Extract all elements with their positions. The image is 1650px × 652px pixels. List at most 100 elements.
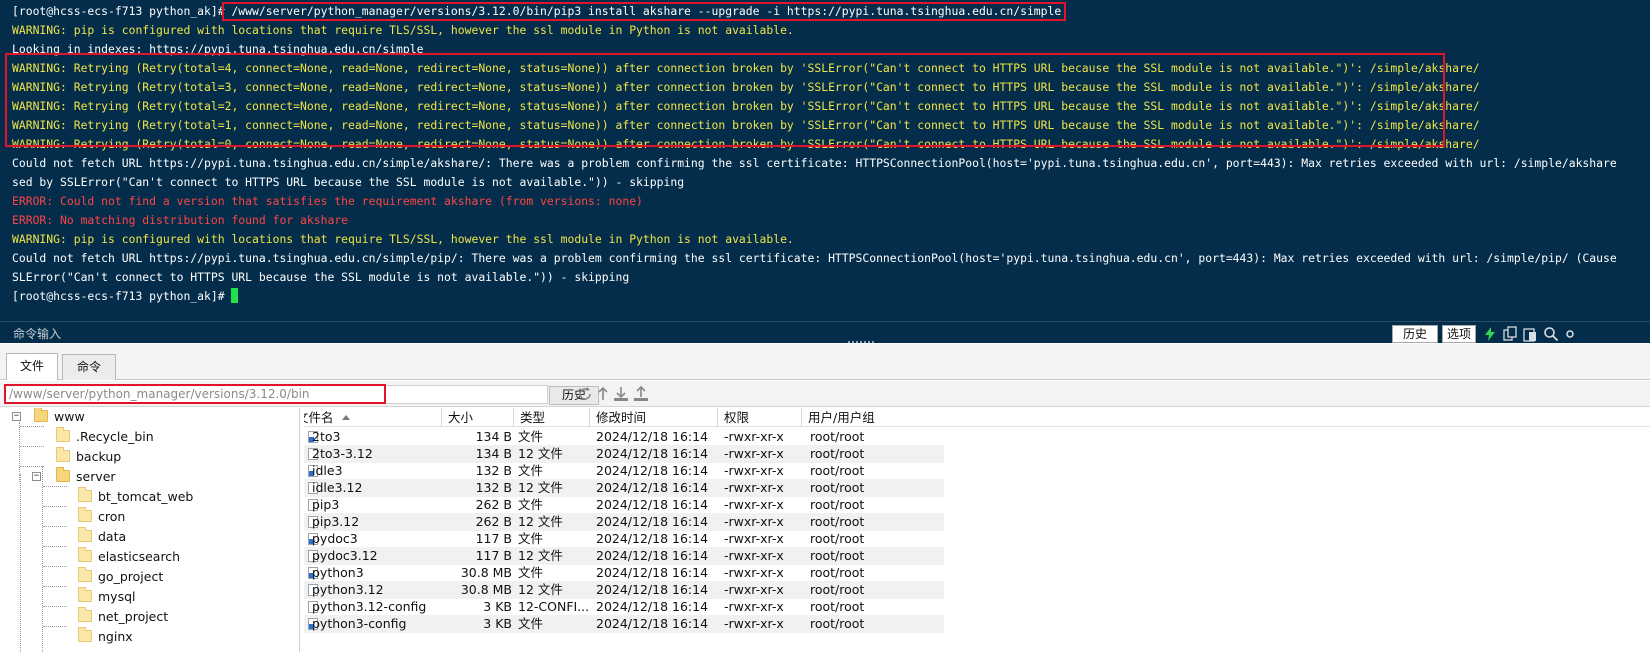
folder-icon [78, 527, 92, 542]
column-label: 类型 [520, 410, 546, 425]
tree-item[interactable]: .Recycle_bin [56, 426, 154, 447]
cell-size: 30.8 MB [460, 565, 512, 580]
folder-icon [78, 547, 92, 562]
tree-item-label: .Recycle_bin [76, 429, 154, 444]
terminal-line: [root@hcss-ecs-f713 python_ak]# /www/ser… [12, 2, 1650, 21]
terminal-line-text: WARNING: Retrying (Retry(total=1, connec… [12, 118, 1480, 132]
terminal-history-button[interactable]: 历史 [1392, 325, 1438, 343]
table-row[interactable]: python3 30.8 MB 文件 2024/12/18 16:14 -rwxr-xr… [304, 564, 944, 582]
table-row[interactable]: python3.12-config 3 KB 12-CONFI... 2024/12/… [304, 598, 944, 616]
table-row[interactable]: 2to3-3.12 134 B 12 文件 2024/12/18 16:14 -rwxr… [304, 445, 944, 463]
command-input-bar[interactable]: 命令输入 历史 选项 [0, 321, 1650, 343]
cell-mtime: 2024/12/18 16:14 [596, 531, 709, 546]
column-header-type[interactable]: 类型 [514, 408, 590, 427]
tree-item[interactable]: www [34, 408, 85, 427]
cell-owner: root/root [810, 565, 865, 580]
cell-owner: root/root [810, 599, 865, 614]
file-list[interactable]: 文件名 大小 类型 修改时间 权限 用户/用户组 2to3 134 B 文件 2024… [304, 408, 1650, 652]
cell-perm: -rwxr-xr-x [724, 429, 784, 444]
up-icon[interactable] [594, 385, 612, 403]
cell-mtime: 2024/12/18 16:14 [596, 463, 709, 478]
cell-type: 12 文件 [518, 480, 563, 495]
table-row[interactable]: pip3.12 262 B 12 文件 2024/12/18 16:14 -rwxr-x… [304, 513, 944, 531]
cell-size: 134 B [475, 446, 512, 461]
cell-type: 文件 [518, 616, 544, 631]
terminal-line-text: WARNING: Retrying (Retry(total=0, connec… [12, 137, 1480, 151]
column-header-mtime[interactable]: 修改时间 [590, 408, 718, 427]
tree-item[interactable]: cron [78, 506, 125, 527]
cell-size: 3 KB [483, 616, 512, 631]
cell-type: 12 文件 [518, 582, 563, 597]
copy-icon[interactable] [1502, 326, 1518, 342]
tree-item[interactable]: go_project [78, 566, 163, 587]
file-list-header: 文件名 大小 类型 修改时间 权限 用户/用户组 [304, 408, 1650, 427]
cell-owner: root/root [810, 446, 865, 461]
tree-item[interactable]: data [78, 526, 126, 547]
refresh-icon[interactable] [576, 385, 594, 403]
tab-commands[interactable]: 命令 [62, 354, 116, 380]
table-row[interactable]: pydoc3.12 117 B 12 文件 2024/12/18 16:14 -rwxr… [304, 547, 944, 565]
cell-mtime: 2024/12/18 16:14 [596, 429, 709, 444]
tree-item-label: nginx [98, 629, 133, 644]
tree-item[interactable]: nginx [78, 626, 133, 647]
folder-icon [56, 427, 70, 442]
folder-tree[interactable]: www − .Recycle_binbackup server − bt_tomcat_w… [4, 408, 300, 652]
cell-perm: -rwxr-xr-x [724, 616, 784, 631]
terminal-output: [root@hcss-ecs-f713 python_ak]# /www/ser… [12, 2, 1650, 306]
terminal-panel[interactable]: [root@hcss-ecs-f713 python_ak]# /www/ser… [0, 0, 1650, 343]
cell-type: 文件 [518, 531, 544, 546]
column-label: 权限 [724, 410, 750, 425]
upload-icon[interactable] [632, 385, 650, 403]
terminal-line-text: WARNING: pip is configured with location… [12, 23, 794, 37]
cell-owner: root/root [810, 463, 865, 478]
tab-files[interactable]: 文件 [6, 353, 58, 380]
tree-item[interactable]: backup [56, 446, 121, 467]
terminal-line-text: WARNING: Retrying (Retry(total=3, connec… [12, 80, 1480, 94]
tree-item[interactable]: net_project [78, 606, 168, 627]
table-row[interactable]: 2to3 134 B 文件 2024/12/18 16:14 -rwxr-xr-x roo… [304, 428, 944, 446]
column-header-size[interactable]: 大小 [442, 408, 514, 427]
cell-type: 12-CONFI... [518, 599, 590, 614]
tree-item[interactable]: server [56, 466, 116, 487]
terminal-line-text: WARNING: Retrying (Retry(total=4, connec… [12, 61, 1480, 75]
cell-size: 117 B [475, 548, 512, 563]
cell-owner: root/root [810, 582, 865, 597]
command-input-label: 命令输入 [13, 327, 62, 341]
table-row[interactable]: idle3 132 B 文件 2024/12/18 16:14 -rwxr-xr-x ro… [304, 462, 944, 480]
tab-strip: 文件 命令 [0, 344, 1650, 380]
cell-owner: root/root [810, 480, 865, 495]
download-icon[interactable] [612, 385, 630, 403]
paste-icon[interactable] [1522, 326, 1538, 342]
tree-item[interactable]: mysql [78, 586, 136, 607]
tree-item[interactable]: bt_tomcat_web [78, 486, 193, 507]
column-header-owner[interactable]: 用户/用户组 [802, 408, 892, 427]
lightning-icon[interactable] [1482, 326, 1498, 342]
terminal-options-button[interactable]: 选项 [1442, 325, 1476, 343]
table-row[interactable]: pydoc3 117 B 文件 2024/12/18 16:14 -rwxr-xr-x r… [304, 530, 944, 548]
table-row[interactable]: pip3 262 B 文件 2024/12/18 16:14 -rwxr-xr-x roo… [304, 496, 944, 514]
cell-name: python3.12-config [312, 599, 427, 614]
cell-owner: root/root [810, 514, 865, 529]
cell-name: pydoc3.12 [312, 548, 378, 563]
folder-icon [78, 487, 92, 502]
cell-mtime: 2024/12/18 16:14 [596, 514, 709, 529]
terminal-line-text: Could not fetch URL https://pypi.tuna.ts… [12, 251, 1617, 265]
tree-expander-icon[interactable]: − [32, 472, 41, 481]
gear-icon[interactable] [1562, 326, 1578, 342]
cell-name: pip3.12 [312, 514, 360, 529]
tree-item-label: www [54, 409, 85, 424]
tree-expander-icon[interactable]: − [12, 412, 21, 421]
cell-name: pydoc3 [312, 531, 358, 546]
table-row[interactable]: python3-config 3 KB 文件 2024/12/18 16:14 -rwx… [304, 615, 944, 633]
column-header-permissions[interactable]: 权限 [718, 408, 802, 427]
folder-icon [56, 447, 70, 462]
tree-item[interactable]: elasticsearch [78, 546, 180, 567]
table-row[interactable]: idle3.12 132 B 12 文件 2024/12/18 16:14 -rwxr-… [304, 479, 944, 497]
column-header-name[interactable]: 文件名 [304, 408, 442, 427]
table-row[interactable]: python3.12 30.8 MB 12 文件 2024/12/18 16:14 -r… [304, 581, 944, 599]
cell-name: python3.12 [312, 582, 384, 597]
cell-type: 文件 [518, 429, 544, 444]
tree-item-label: server [76, 469, 116, 484]
search-icon[interactable] [1543, 326, 1559, 342]
cell-mtime: 2024/12/18 16:14 [596, 616, 709, 631]
